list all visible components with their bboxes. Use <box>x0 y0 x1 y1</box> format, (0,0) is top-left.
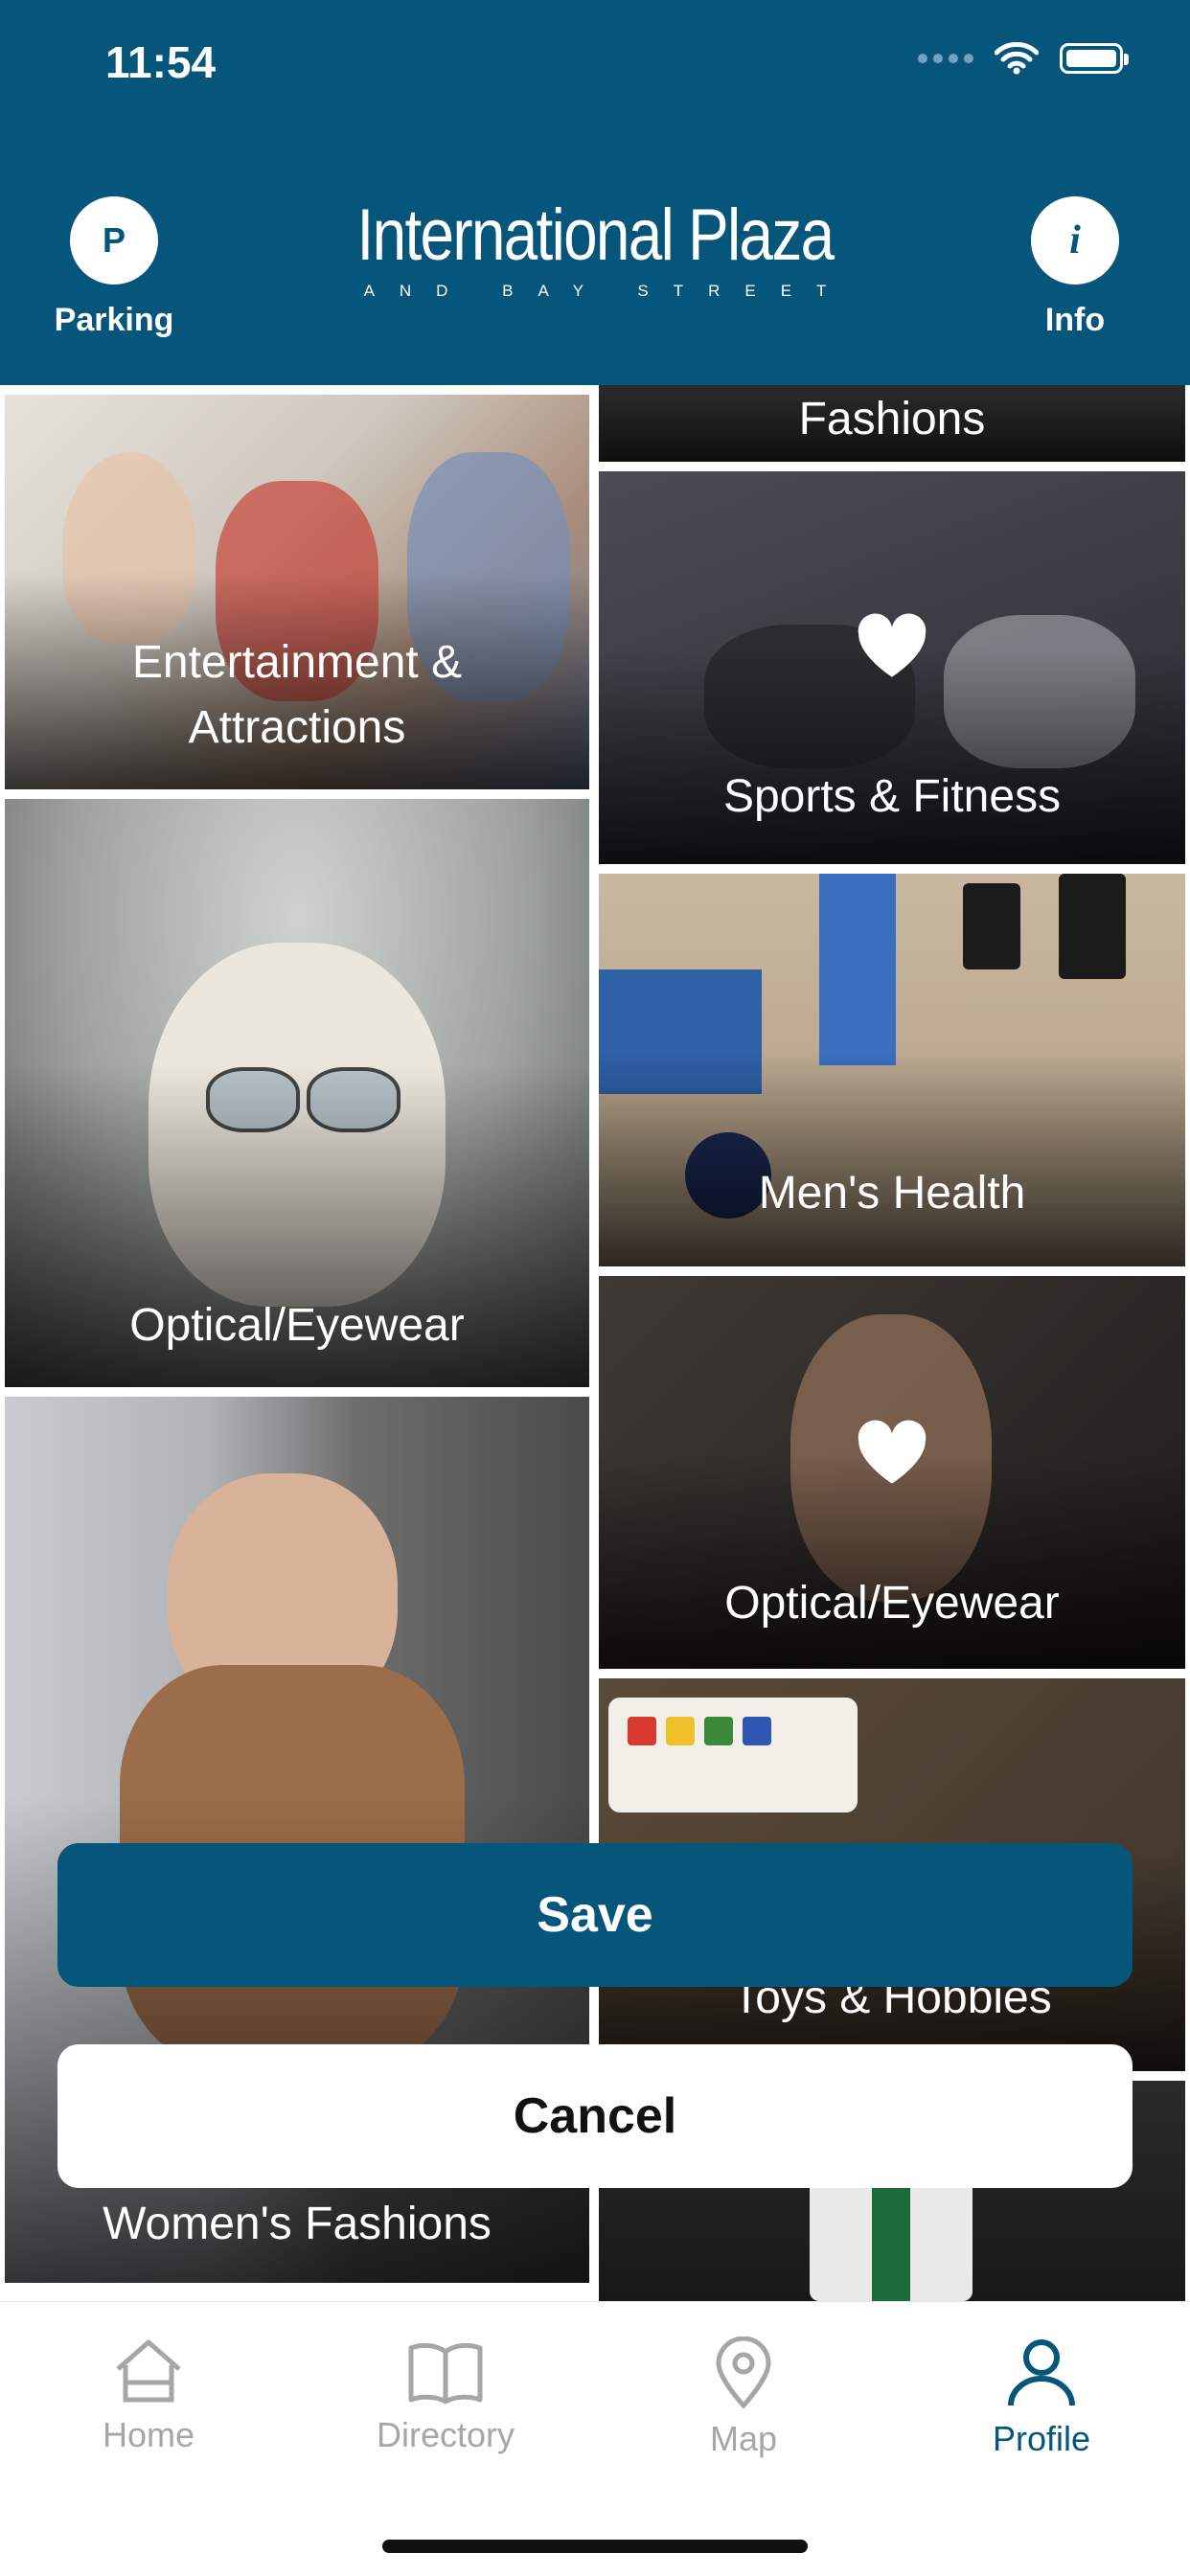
favorite-heart-icon[interactable] <box>856 613 928 680</box>
book-icon <box>408 2342 483 2405</box>
tab-bar: Home Directory Map Profile <box>0 2301 1190 2576</box>
category-label: Women's Fashions <box>103 2199 492 2249</box>
tab-profile[interactable]: Profile <box>922 2337 1161 2459</box>
category-tile-mens-health[interactable]: Men's Health <box>599 874 1185 1266</box>
category-grid: Fashions Entertainment & Attractions Spo… <box>0 385 1190 2301</box>
parking-label: Parking <box>54 302 174 338</box>
category-label: Entertainment & Attractions <box>131 637 463 753</box>
logo-title: International Plaza <box>356 194 835 276</box>
status-time: 11:54 <box>105 37 217 87</box>
home-icon <box>116 2339 181 2403</box>
category-label: Fashions <box>798 394 986 445</box>
cellular-signal-icon <box>918 54 973 63</box>
tab-label: Home <box>102 2415 195 2454</box>
tab-map[interactable]: Map <box>624 2337 863 2459</box>
category-tile-entertainment[interactable]: Entertainment & Attractions <box>5 395 589 789</box>
user-icon <box>1008 2339 1075 2406</box>
save-button[interactable]: Save <box>57 1843 1133 1987</box>
category-label: Optical/Eyewear <box>129 1300 465 1351</box>
status-icons <box>918 42 1129 75</box>
category-tile-fashions[interactable]: Fashions <box>599 385 1185 462</box>
map-pin-icon <box>716 2337 771 2409</box>
category-label: Sports & Fitness <box>722 771 1062 822</box>
tab-directory[interactable]: Directory <box>326 2337 565 2455</box>
info-button[interactable]: i Info <box>979 196 1171 339</box>
category-tile-optical-left[interactable]: Optical/Eyewear <box>5 799 589 1387</box>
home-indicator[interactable] <box>382 2540 808 2553</box>
tab-label: Map <box>709 2419 778 2458</box>
app-header: 11:54 P Parking International Plaza AND … <box>0 0 1190 385</box>
category-tile-sports[interactable]: Sports & Fitness <box>599 471 1185 864</box>
info-icon: i <box>1031 196 1119 285</box>
favorite-heart-icon[interactable] <box>856 1420 928 1487</box>
tab-label: Directory <box>376 2415 515 2454</box>
cancel-button[interactable]: Cancel <box>57 2044 1133 2188</box>
info-label: Info <box>1044 302 1106 338</box>
battery-icon <box>1060 43 1129 74</box>
category-label: Men's Health <box>758 1168 1026 1219</box>
tab-label: Profile <box>992 2419 1091 2458</box>
category-label: Optical/Eyewear <box>724 1578 1060 1629</box>
tab-home[interactable]: Home <box>29 2337 268 2455</box>
category-tile-optical-right[interactable]: Optical/Eyewear <box>599 1276 1185 1669</box>
wifi-icon <box>995 42 1039 75</box>
